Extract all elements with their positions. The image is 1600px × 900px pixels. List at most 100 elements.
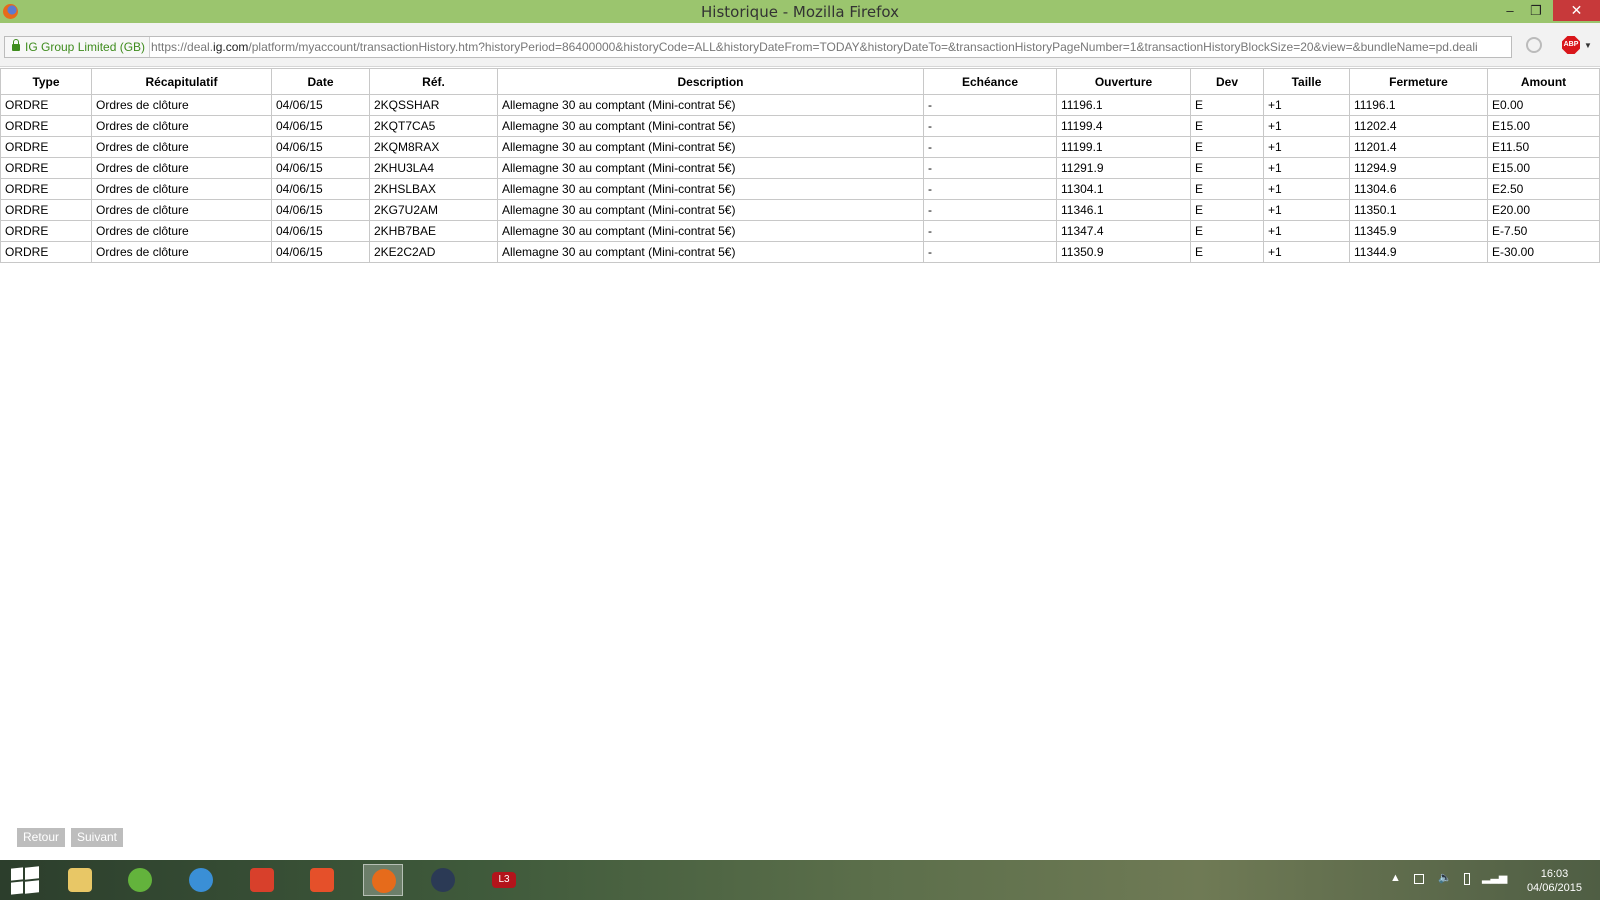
restore-button[interactable]: ❐ — [1523, 0, 1549, 21]
table-cell: E — [1190, 241, 1264, 263]
back-button[interactable]: Retour — [17, 828, 65, 847]
table-cell: ORDRE — [0, 94, 92, 116]
chevron-down-icon[interactable]: ▼ — [1584, 41, 1592, 50]
table-cell: - — [923, 94, 1057, 116]
l3-icon: L3 — [492, 872, 516, 888]
reload-icon[interactable] — [1526, 37, 1542, 53]
table-cell: 2KHSLBAX — [369, 178, 498, 200]
table-cell: E20.00 — [1487, 199, 1600, 221]
table-cell: E — [1190, 199, 1264, 221]
taskbar-utorrent-icon[interactable] — [120, 864, 160, 896]
table-cell: E2.50 — [1487, 178, 1600, 200]
table-cell: 2KE2C2AD — [369, 241, 498, 263]
table-cell: E — [1190, 115, 1264, 137]
table-cell: E-7.50 — [1487, 220, 1600, 242]
table-row: ORDRE Ordres de clôture 04/06/15 2KHU3LA4 Al… — [0, 157, 1600, 179]
table-cell: 04/06/15 — [271, 199, 370, 221]
table-cell: Ordres de clôture — [91, 157, 272, 179]
table-cell: 04/06/15 — [271, 136, 370, 158]
table-cell: 04/06/15 — [271, 94, 370, 116]
windows-flag-icon[interactable] — [1414, 874, 1424, 884]
table-cell: 2KHB7BAE — [369, 220, 498, 242]
column-header: Description — [497, 68, 924, 95]
table-row: ORDRE Ordres de clôture 04/06/15 2KG7U2AM Al… — [0, 199, 1600, 221]
table-cell: 04/06/15 — [271, 241, 370, 263]
start-icon[interactable] — [8, 864, 48, 896]
table-cell: 2KQM8RAX — [369, 136, 498, 158]
taskbar-firefox-icon[interactable] — [363, 864, 403, 896]
volume-icon[interactable]: 🔈 — [1438, 871, 1452, 884]
firefox-icon — [372, 869, 396, 893]
table-cell: - — [923, 157, 1057, 179]
table-cell: - — [923, 136, 1057, 158]
table-cell: Ordres de clôture — [91, 178, 272, 200]
signal-icon[interactable]: ▂▃▅ — [1482, 871, 1507, 884]
thunderbird-icon — [189, 868, 213, 892]
taskbar-thunderbird-icon[interactable] — [181, 864, 221, 896]
column-header: Dev — [1190, 68, 1264, 95]
table-cell: 11347.4 — [1056, 220, 1191, 242]
lock-icon — [12, 39, 20, 51]
table-cell: ORDRE — [0, 157, 92, 179]
table-cell: 11350.1 — [1349, 199, 1488, 221]
table-cell: Ordres de clôture — [91, 241, 272, 263]
adblock-plus-icon[interactable]: ABP — [1562, 36, 1580, 54]
table-cell: ORDRE — [0, 220, 92, 242]
taskbar-poker-icon[interactable] — [423, 864, 463, 896]
table-cell: +1 — [1263, 94, 1350, 116]
table-cell: ORDRE — [0, 115, 92, 137]
table-row: ORDRE Ordres de clôture 04/06/15 2KHB7BAE Al… — [0, 220, 1600, 242]
column-header: Taille — [1263, 68, 1350, 95]
table-cell: 04/06/15 — [271, 220, 370, 242]
clock-date: 04/06/2015 — [1526, 882, 1582, 894]
title-bar: Historique - Mozilla Firefox – ❐ ✕ — [0, 0, 1600, 23]
taskbar-ccleaner-icon[interactable] — [242, 864, 282, 896]
table-cell: Allemagne 30 au comptant (Mini-contrat 5… — [497, 115, 924, 137]
table-cell: 11199.1 — [1056, 136, 1191, 158]
table-cell: 2KG7U2AM — [369, 199, 498, 221]
table-cell: Allemagne 30 au comptant (Mini-contrat 5… — [497, 94, 924, 116]
chevron-up-icon[interactable]: ▲ — [1390, 872, 1401, 884]
table-cell: Ordres de clôture — [91, 199, 272, 221]
table-cell: E — [1190, 136, 1264, 158]
table-cell: ORDRE — [0, 178, 92, 200]
next-button[interactable]: Suivant — [71, 828, 123, 847]
site-identity-label: IG Group Limited (GB) — [25, 40, 146, 54]
table-cell: Allemagne 30 au comptant (Mini-contrat 5… — [497, 178, 924, 200]
table-cell: Ordres de clôture — [91, 220, 272, 242]
taskbar-burner-icon[interactable] — [302, 864, 342, 896]
table-cell: - — [923, 241, 1057, 263]
table-header-row: Type Récapitulatif Date Réf. Description Eché… — [0, 68, 1600, 95]
table-cell: - — [923, 178, 1057, 200]
table-cell: 11202.4 — [1349, 115, 1488, 137]
url-text[interactable]: https://deal.ig.com/platform/myaccount/t… — [151, 37, 1478, 57]
close-button[interactable]: ✕ — [1553, 0, 1600, 21]
table-cell: Ordres de clôture — [91, 115, 272, 137]
table-cell: 04/06/15 — [271, 115, 370, 137]
clock[interactable]: 16:03 04/06/2015 — [1527, 867, 1582, 895]
taskbar-file-explorer-icon[interactable] — [60, 864, 100, 896]
table-row: ORDRE Ordres de clôture 04/06/15 2KQT7CA5 Al… — [0, 115, 1600, 137]
url-field[interactable]: IG Group Limited (GB) https://deal.ig.co… — [4, 36, 1512, 58]
clock-time: 16:03 — [1540, 868, 1569, 880]
table-cell: 11196.1 — [1349, 94, 1488, 116]
table-cell: 2KQSSHAR — [369, 94, 498, 116]
system-tray: ▲ 🔈 ▂▃▅ 16:03 04/06/2015 — [1360, 860, 1600, 900]
url-rest: /platform/myaccount/transactionHistory.h… — [248, 40, 1478, 54]
table-cell: +1 — [1263, 220, 1350, 242]
minimize-button[interactable]: – — [1497, 0, 1523, 21]
battery-icon[interactable] — [1464, 873, 1470, 885]
table-cell: Allemagne 30 au comptant (Mini-contrat 5… — [497, 241, 924, 263]
column-header: Récapitulatif — [91, 68, 272, 95]
table-cell: ORDRE — [0, 136, 92, 158]
table-cell: 2KQT7CA5 — [369, 115, 498, 137]
table-cell: +1 — [1263, 178, 1350, 200]
poker-icon — [431, 868, 455, 892]
site-identity-button[interactable]: IG Group Limited (GB) — [5, 37, 151, 57]
utorrent-icon — [128, 868, 152, 892]
transaction-history-table-container: Type Récapitulatif Date Réf. Description Eché… — [0, 68, 1600, 263]
taskbar-l3-icon[interactable]: L3 — [484, 864, 524, 896]
table-cell: ORDRE — [0, 199, 92, 221]
column-header: Amount — [1487, 68, 1600, 95]
table-cell: Ordres de clôture — [91, 94, 272, 116]
